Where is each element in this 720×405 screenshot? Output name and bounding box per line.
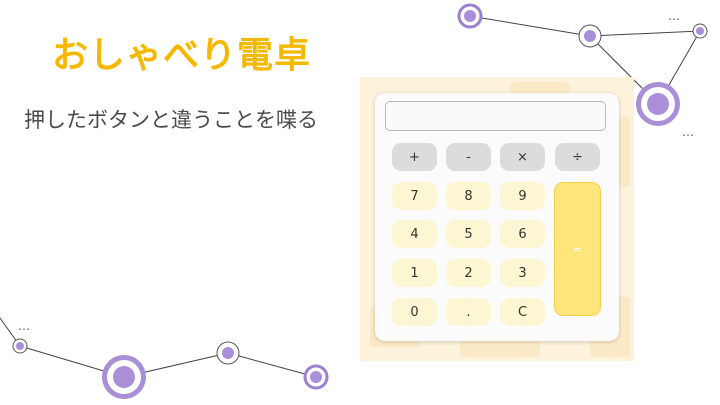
digit-3-button[interactable]: 3	[500, 259, 545, 287]
clear-button[interactable]: C	[500, 298, 545, 326]
digit-7-button[interactable]: 7	[392, 182, 437, 210]
network-node-icon	[12, 338, 28, 354]
digit-5-button[interactable]: 5	[446, 220, 491, 248]
calculator-display	[385, 101, 606, 131]
digit-2-button[interactable]: 2	[446, 259, 491, 287]
ellipsis-icon: …	[668, 9, 680, 23]
equals-button[interactable]: =	[554, 182, 601, 316]
divide-button[interactable]: ÷	[555, 143, 600, 171]
ellipsis-icon: …	[682, 125, 694, 139]
page-title: おしゃべり電卓	[52, 35, 312, 76]
network-node-icon	[578, 24, 602, 48]
multiply-button[interactable]: ×	[500, 143, 545, 171]
digit-6-button[interactable]: 6	[500, 220, 545, 248]
network-node-icon	[303, 364, 329, 390]
digit-4-button[interactable]: 4	[392, 220, 437, 248]
network-node-icon	[636, 82, 680, 126]
digit-9-button[interactable]: 9	[500, 182, 545, 210]
digit-1-button[interactable]: 1	[392, 259, 437, 287]
digit-0-button[interactable]: 0	[392, 298, 437, 326]
page-subtitle: 押したボタンと違うことを喋る	[24, 108, 318, 132]
digit-8-button[interactable]: 8	[446, 182, 491, 210]
network-node-icon	[216, 341, 240, 365]
minus-button[interactable]: -	[446, 143, 491, 171]
decimal-button[interactable]: .	[446, 298, 491, 326]
network-node-icon	[457, 3, 483, 29]
network-node-icon	[102, 355, 146, 399]
plus-button[interactable]: +	[392, 143, 437, 171]
ellipsis-icon: …	[18, 319, 30, 333]
network-node-icon	[692, 23, 708, 39]
